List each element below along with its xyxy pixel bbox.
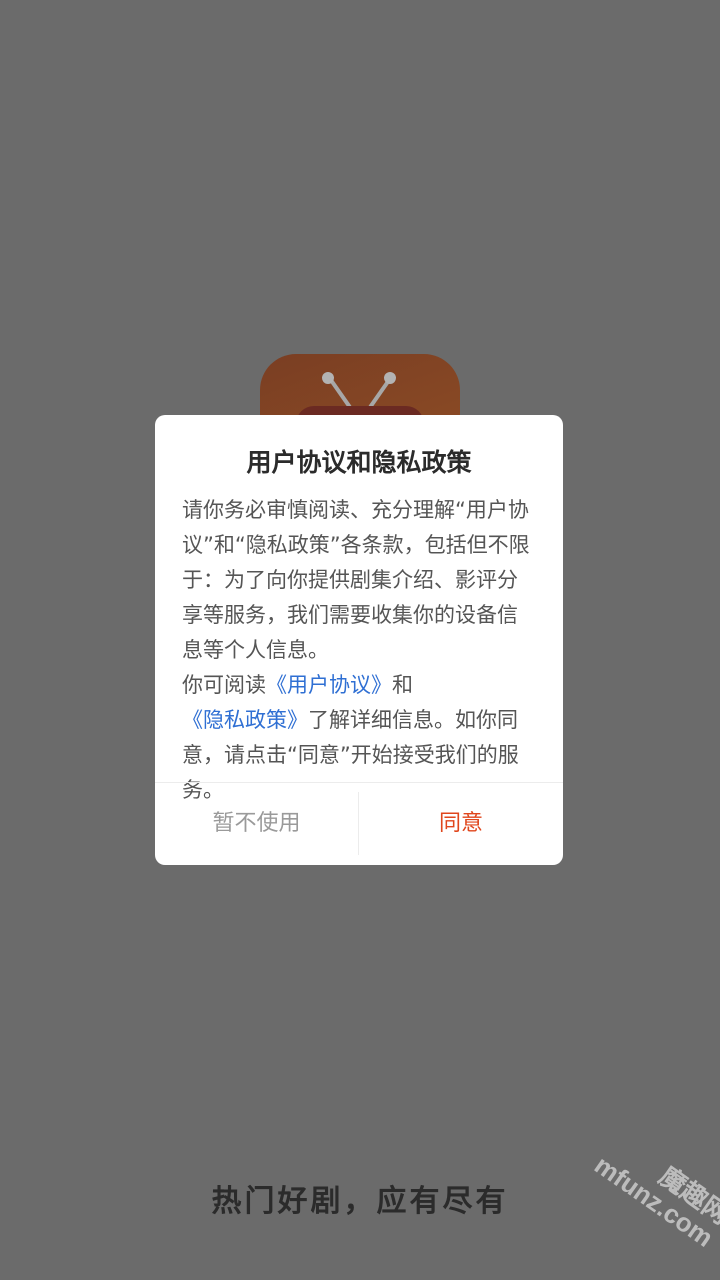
dialog-title: 用户协议和隐私政策 (246, 448, 472, 477)
privacy-dialog: 用户协议和隐私政策 请你务必审慎阅读、充分理解“用户协议”和“隐私政策”各条款，… (155, 415, 563, 865)
antenna-knob-right (384, 372, 396, 384)
links-prefix-text: 你可阅读 (182, 673, 266, 697)
antenna-knob-left (322, 372, 334, 384)
privacy-policy-link[interactable]: 《隐私政策》 (182, 708, 308, 732)
links-and-text: 和 (392, 673, 413, 697)
agree-button[interactable]: 同意 (359, 783, 563, 865)
dialog-body: 请你务必审慎阅读、充分理解“用户协议”和“隐私政策”各条款，包括但不限于：为了向… (182, 493, 538, 808)
dialog-paragraph-consent: 请你务必审慎阅读、充分理解“用户协议”和“隐私政策”各条款，包括但不限于：为了向… (182, 498, 530, 662)
decline-button[interactable]: 暂不使用 (155, 783, 358, 865)
user-agreement-link[interactable]: 《用户协议》 (266, 673, 392, 697)
